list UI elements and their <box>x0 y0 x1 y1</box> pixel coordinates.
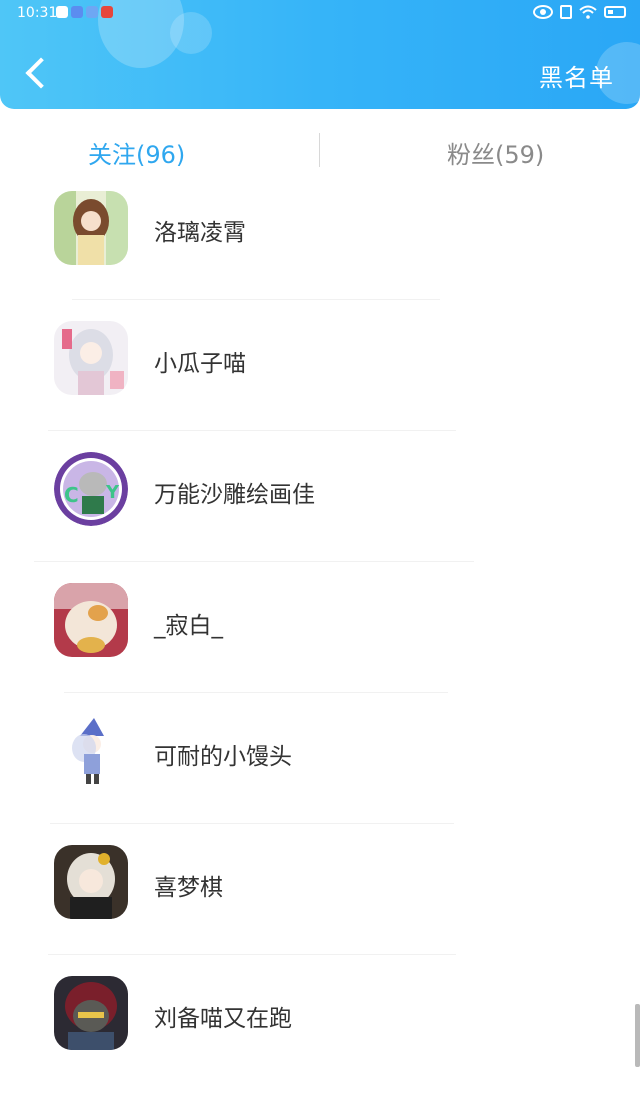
scrollbar[interactable] <box>635 1004 640 1067</box>
avatar <box>54 191 128 265</box>
svg-text:C: C <box>64 483 79 507</box>
blacklist-button[interactable]: 黑名单 <box>539 58 614 93</box>
row-divider <box>34 561 474 562</box>
browser-icon <box>71 6 83 18</box>
avatar <box>54 714 128 788</box>
avatar <box>54 321 128 395</box>
wifi-icon <box>579 5 597 19</box>
svg-text:Y: Y <box>105 482 120 503</box>
system-icons <box>533 5 626 19</box>
vibrate-icon <box>560 5 572 19</box>
tab-following[interactable]: 关注(96) <box>88 135 185 170</box>
wechat-icon <box>56 6 68 18</box>
status-bar: 10:31 <box>0 0 640 28</box>
avatar: C Y <box>54 452 128 526</box>
tab-divider <box>319 133 320 167</box>
follow-tabs: 关注(96) 粉丝(59) <box>0 109 640 187</box>
row-divider <box>64 692 448 693</box>
row-divider <box>50 823 454 824</box>
study-app-icon <box>101 6 113 18</box>
user-name: 喜梦棋 <box>154 875 223 901</box>
row-divider <box>48 954 456 955</box>
music-icon <box>86 6 98 18</box>
back-button[interactable] <box>20 54 60 98</box>
tab-fans[interactable]: 粉丝(59) <box>447 135 544 170</box>
status-time: 10:31 <box>17 5 58 21</box>
battery-icon <box>604 6 626 18</box>
user-name: 可耐的小馒头 <box>154 744 292 770</box>
row-divider <box>48 430 456 431</box>
chevron-left-icon <box>25 57 57 89</box>
row-divider <box>72 299 440 300</box>
user-name: 刘备喵又在跑 <box>154 1006 292 1032</box>
user-name: 小瓜子喵 <box>154 351 246 377</box>
avatar <box>54 976 128 1050</box>
user-name: _寂白_ <box>154 613 223 639</box>
notification-icons <box>56 6 113 18</box>
eye-icon <box>533 5 553 19</box>
avatar <box>54 583 128 657</box>
user-name: 洛璃凌霄 <box>154 220 246 246</box>
avatar <box>54 845 128 919</box>
top-bar: 10:31 黑名单 <box>0 0 640 109</box>
user-name: 万能沙雕绘画佳 <box>154 482 315 508</box>
list-item[interactable]: 刘备喵又在跑 <box>0 973 640 1104</box>
